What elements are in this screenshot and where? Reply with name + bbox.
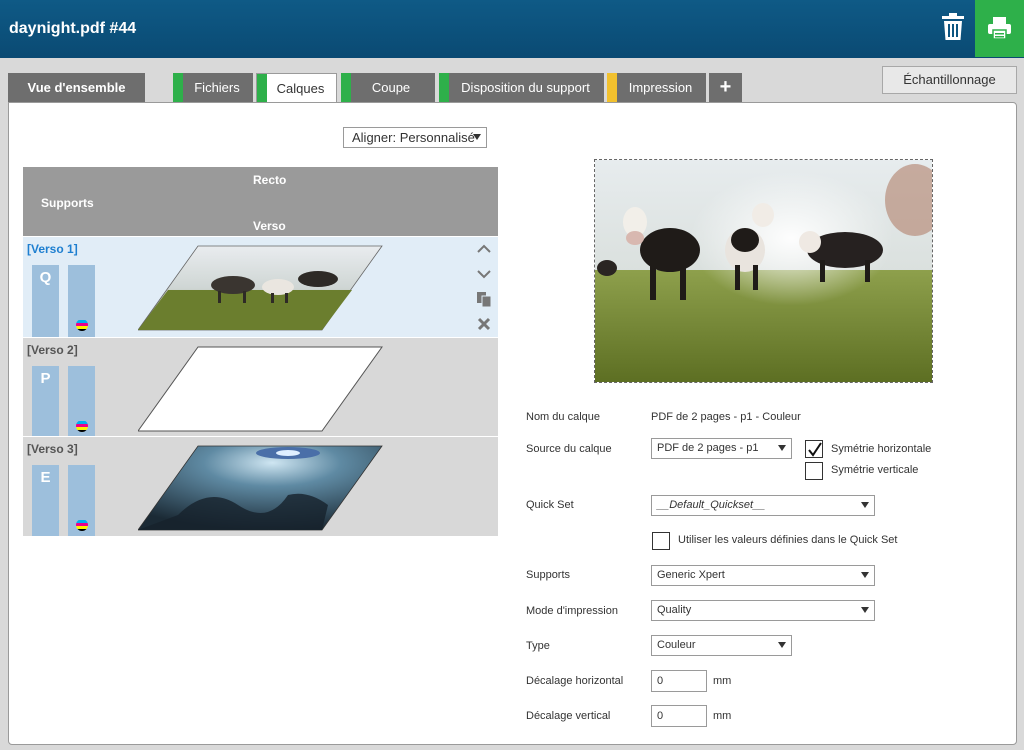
ink-icon (76, 319, 88, 331)
horizontal-offset-label: Décalage horizontal (526, 675, 624, 687)
job-title: daynight.pdf #44 (9, 20, 137, 37)
mirror-horizontal-checkbox[interactable] (805, 440, 823, 458)
print-button[interactable] (975, 0, 1024, 57)
layer-thumbnail (138, 346, 383, 432)
tab-layers-label: Calques (276, 81, 325, 96)
caret-down-icon (861, 572, 869, 578)
layers-header: Recto Supports Verso (23, 167, 498, 236)
layer-source-label: Source du calque (526, 443, 612, 455)
tab-print-label: Impression (628, 80, 693, 95)
status-stripe (341, 73, 351, 102)
tab-files-label: Fichiers (194, 80, 240, 95)
layer-name-label: Nom du calque (526, 411, 600, 423)
add-tab-button[interactable]: + (709, 73, 742, 102)
tab-cut[interactable]: Coupe (341, 73, 435, 102)
horizontal-offset-input[interactable]: 0 (651, 670, 707, 692)
status-stripe (173, 73, 183, 102)
recto-label: Recto (253, 173, 287, 187)
quickset-value: __Default_Quickset__ (657, 499, 766, 511)
layer-name-value: PDF de 2 pages - p1 - Couleur (651, 411, 801, 423)
status-stripe (257, 74, 267, 104)
layer-row[interactable]: [Verso 1] Q (23, 237, 498, 337)
app-header: daynight.pdf #44 (0, 0, 1024, 58)
print-mode-value: Quality (657, 604, 692, 616)
media-label: Supports (526, 569, 571, 581)
tab-overview-label: Vue d'ensemble (27, 80, 126, 95)
media-badge: Q (32, 265, 59, 337)
unit-label: mm (713, 710, 732, 722)
layer-title: [Verso 2] (27, 343, 78, 357)
move-down-icon[interactable] (475, 265, 493, 283)
type-select[interactable]: Couleur (651, 635, 792, 656)
tab-files[interactable]: Fichiers (173, 73, 253, 102)
tab-overview[interactable]: Vue d'ensemble (8, 73, 145, 102)
checkmark-icon (808, 442, 822, 457)
type-label: Type (526, 640, 550, 652)
ink-box (68, 465, 95, 536)
verso-label: Verso (253, 219, 286, 233)
layer-thumbnail (138, 445, 383, 531)
copy-icon[interactable] (475, 290, 493, 308)
layer-title: [Verso 1] (27, 242, 78, 256)
sampling-button[interactable]: Échantillonnage (882, 66, 1017, 94)
status-stripe (607, 73, 617, 102)
printer-icon (988, 17, 1011, 40)
quickset-label: Quick Set (526, 499, 574, 511)
use-quickset-checkbox[interactable] (652, 532, 670, 550)
layer-source-value: PDF de 2 pages - p1 (657, 442, 759, 454)
vertical-offset-label: Décalage vertical (526, 710, 611, 722)
layer-source-select[interactable]: PDF de 2 pages - p1 (651, 438, 792, 459)
mirror-vertical-checkbox[interactable] (805, 462, 823, 480)
print-mode-select[interactable]: Quality (651, 600, 875, 621)
ink-icon (76, 420, 88, 432)
vertical-offset-input[interactable]: 0 (651, 705, 707, 727)
layer-row[interactable]: [Verso 3] E (23, 437, 498, 536)
layer-preview-image (594, 159, 933, 383)
caret-down-icon (861, 607, 869, 613)
tab-layers[interactable]: Calques (256, 73, 337, 104)
caret-down-icon (778, 642, 786, 648)
caret-down-icon (861, 502, 869, 508)
mirror-vertical-label: Symétrie verticale (831, 464, 919, 476)
status-stripe (439, 73, 449, 102)
use-quickset-label: Utiliser les valeurs définies dans le Qu… (678, 534, 898, 546)
supports-label: Supports (41, 196, 94, 210)
align-select-value: Aligner: Personnalisé (352, 130, 475, 145)
caret-down-icon (473, 134, 481, 140)
ink-box (68, 366, 95, 436)
quickset-select[interactable]: __Default_Quickset__ (651, 495, 875, 516)
print-mode-label: Mode d'impression (526, 605, 618, 617)
trash-icon[interactable] (940, 12, 966, 42)
move-up-icon[interactable] (475, 240, 493, 258)
align-select[interactable]: Aligner: Personnalisé (343, 127, 487, 148)
type-value: Couleur (657, 639, 696, 651)
tab-cut-label: Coupe (371, 80, 411, 95)
layer-thumbnail (138, 245, 383, 331)
ink-icon (76, 519, 88, 531)
tab-print[interactable]: Impression (607, 73, 706, 102)
layer-row[interactable]: [Verso 2] P (23, 338, 498, 436)
media-select[interactable]: Generic Xpert (651, 565, 875, 586)
tab-media-layout-label: Disposition du support (461, 80, 590, 95)
media-value: Generic Xpert (657, 569, 725, 581)
mirror-horizontal-label: Symétrie horizontale (831, 443, 932, 455)
unit-label: mm (713, 675, 732, 687)
ink-box (68, 265, 95, 337)
media-badge: E (32, 465, 59, 536)
media-badge: P (32, 366, 59, 436)
tab-media-layout[interactable]: Disposition du support (439, 73, 604, 102)
delete-icon[interactable] (475, 315, 493, 333)
layer-title: [Verso 3] (27, 442, 78, 456)
caret-down-icon (778, 445, 786, 451)
